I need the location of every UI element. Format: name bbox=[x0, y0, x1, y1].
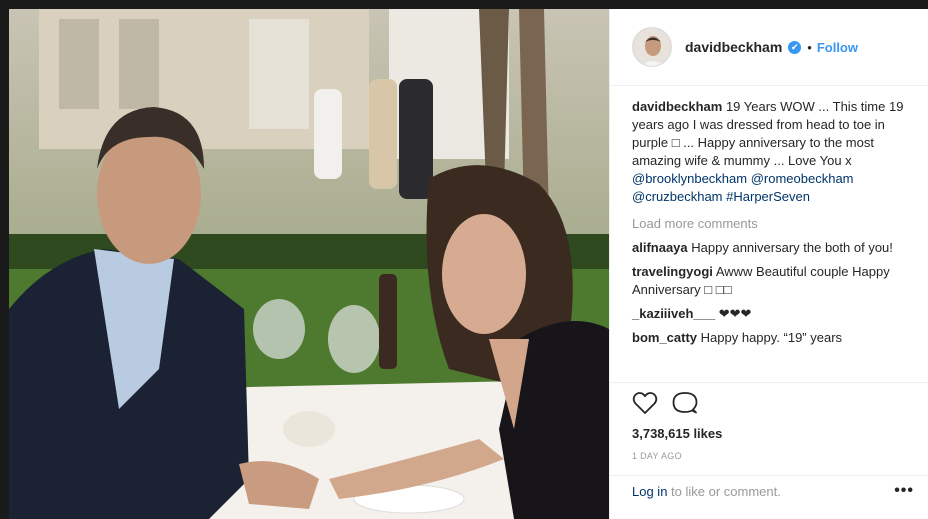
comment-text: Happy anniversary the both of you! bbox=[687, 240, 893, 255]
comment-icon[interactable] bbox=[672, 391, 698, 415]
comment-text: ❤❤❤ bbox=[715, 306, 752, 321]
login-prompt: Log in to like or comment. bbox=[632, 484, 781, 499]
post-footer: Log in to like or comment. ••• bbox=[610, 463, 928, 519]
comment-username[interactable]: bom_catty bbox=[632, 330, 697, 345]
comment-username[interactable]: travelingyogi bbox=[632, 264, 713, 279]
post-sidebar: davidbeckham ✔ • Follow davidbeckham 19 … bbox=[609, 9, 928, 519]
comment-item: _kaziiiveh___ ❤❤❤ bbox=[632, 305, 912, 323]
avatar-image bbox=[633, 28, 671, 66]
caption-tag[interactable]: #HarperSeven bbox=[726, 189, 810, 204]
caption-username[interactable]: davidbeckham bbox=[632, 99, 722, 114]
like-count[interactable]: 3,738,615 likes bbox=[610, 423, 928, 445]
header-username[interactable]: davidbeckham bbox=[685, 39, 782, 55]
post-header: davidbeckham ✔ • Follow bbox=[610, 9, 928, 86]
screenshot-frame: davidbeckham ✔ • Follow davidbeckham 19 … bbox=[0, 0, 928, 519]
caption-tag[interactable]: @romeobeckham bbox=[751, 171, 854, 186]
photo-illustration bbox=[9, 9, 609, 519]
caption-tag[interactable]: @cruzbeckham bbox=[632, 189, 723, 204]
more-options-icon[interactable]: ••• bbox=[894, 482, 914, 500]
comment-item: alifnaaya Happy anniversary the both of … bbox=[632, 239, 912, 257]
instagram-post: davidbeckham ✔ • Follow davidbeckham 19 … bbox=[9, 9, 928, 519]
load-more-comments[interactable]: Load more comments bbox=[632, 215, 912, 233]
comment-item: bom_catty Happy happy. “19” years bbox=[632, 329, 912, 347]
action-bar bbox=[610, 383, 928, 423]
comments-section: davidbeckham 19 Years WOW ... This time … bbox=[610, 86, 928, 383]
heart-icon[interactable] bbox=[632, 391, 658, 415]
post-caption: davidbeckham 19 Years WOW ... This time … bbox=[632, 98, 912, 206]
verified-icon: ✔ bbox=[788, 40, 802, 54]
caption-tag[interactable]: @brooklynbeckham bbox=[632, 171, 747, 186]
comment-username[interactable]: alifnaaya bbox=[632, 240, 688, 255]
comment-username[interactable]: _kaziiiveh___ bbox=[632, 306, 715, 321]
login-link[interactable]: Log in bbox=[632, 484, 667, 499]
avatar[interactable] bbox=[632, 27, 672, 67]
login-prompt-text: to like or comment. bbox=[667, 483, 781, 499]
comment-item: travelingyogi Awww Beautiful couple Happ… bbox=[632, 263, 912, 299]
post-photo[interactable] bbox=[9, 9, 609, 519]
comment-text: Happy happy. “19” years bbox=[697, 330, 843, 345]
follow-button[interactable]: Follow bbox=[817, 40, 858, 55]
separator-dot: • bbox=[807, 39, 812, 55]
